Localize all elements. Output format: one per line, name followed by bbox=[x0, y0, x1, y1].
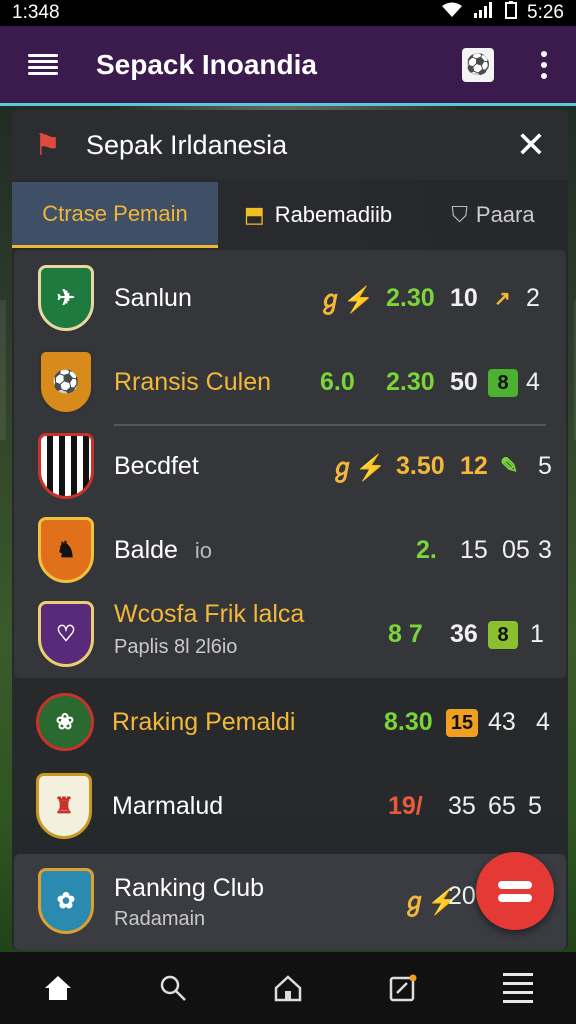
stat-value: 2 bbox=[526, 283, 540, 312]
bottom-navigation bbox=[0, 952, 576, 1024]
link-icon: ✎ bbox=[500, 453, 519, 478]
ranking-list: ✈ Sanlun ℊ⚡ 2.30 10 ↗ 2 ⚽ Rransis Culen … bbox=[12, 250, 568, 950]
stat-value: 43 bbox=[488, 707, 516, 736]
club-crest-icon: ⚽ bbox=[38, 349, 94, 415]
stat-value: 3 bbox=[538, 535, 552, 564]
list-item[interactable]: ♜ Marmalud 19/ 35 65 5 bbox=[12, 764, 568, 848]
list-item[interactable]: ♞ Balde io 2. 15 05 3 bbox=[14, 508, 566, 592]
app-title: Sepack Inoandia bbox=[96, 48, 317, 80]
stat-value: 5 bbox=[538, 451, 552, 480]
ranking-icon: ⬒ bbox=[243, 202, 265, 227]
club-name: Sanlun bbox=[114, 283, 192, 312]
stat-value: 05 bbox=[502, 535, 530, 564]
stat-value: 6.0 bbox=[320, 367, 355, 396]
tab-player-rank[interactable]: Ctrase Pemain bbox=[12, 182, 218, 248]
status-bar: 1:348 5:26 bbox=[0, 0, 576, 26]
list-item[interactable]: ✈ Sanlun ℊ⚡ 2.30 10 ↗ 2 bbox=[14, 256, 566, 340]
fire-icon: ℊ⚡ bbox=[330, 454, 387, 482]
status-badge: 8 bbox=[488, 619, 518, 649]
stat-value: 19/ bbox=[388, 791, 423, 820]
list-group: ✈ Sanlun ℊ⚡ 2.30 10 ↗ 2 ⚽ Rransis Culen … bbox=[14, 250, 566, 678]
club-crest-icon: ✿ bbox=[38, 868, 94, 934]
status-time-right: 5:26 bbox=[527, 2, 564, 23]
shield-icon: ⛉ bbox=[451, 202, 468, 227]
house-outline-icon[interactable] bbox=[258, 963, 318, 1013]
stat-value: 35 bbox=[448, 791, 476, 820]
tab-rankings[interactable]: ⬒ Rabemadiib bbox=[218, 182, 418, 248]
club-name: Wcosfa Frik lalca bbox=[114, 600, 305, 628]
stat-value: 50 bbox=[450, 367, 478, 396]
stat-value: 15 bbox=[460, 535, 488, 564]
club-crest-icon bbox=[38, 433, 94, 499]
list-item[interactable]: ♡ Wcosfa Frik lalca Paplis 8l 2l6io 8 7 … bbox=[14, 592, 566, 676]
status-badge: 15 bbox=[446, 707, 478, 737]
status-time-left: 1:348 bbox=[12, 2, 60, 23]
club-name: Becdfet bbox=[114, 451, 199, 480]
stat-value: 4 bbox=[536, 707, 550, 736]
trophy-icon[interactable]: ⚽ bbox=[462, 47, 494, 82]
close-icon[interactable]: ✕ bbox=[516, 127, 546, 163]
fire-icon: ℊ⚡ bbox=[318, 286, 375, 314]
stat-value: 2. bbox=[416, 535, 437, 564]
home-icon[interactable] bbox=[28, 963, 88, 1013]
arrow-up-icon: ↗ bbox=[494, 287, 511, 310]
list-item[interactable]: ❀ Rraking Pemaldi 8.30 15 43 4 bbox=[12, 680, 568, 764]
tab-label: Rabemadiib bbox=[274, 202, 393, 227]
club-name: Ranking Club bbox=[114, 874, 265, 902]
stat-value: 8 7 bbox=[388, 619, 423, 648]
search-icon[interactable] bbox=[143, 963, 203, 1013]
club-crest-icon: ❀ bbox=[36, 693, 94, 751]
panel-header: ⚑ Sepak Irldanesia ✕ bbox=[12, 110, 568, 180]
hamburger-menu-icon[interactable] bbox=[28, 53, 58, 76]
stat-value: 8.30 bbox=[384, 707, 433, 736]
club-name: Rransis Culen bbox=[114, 367, 272, 396]
club-name: Rraking Pemaldi bbox=[112, 707, 296, 736]
stat-value: 1 bbox=[530, 619, 544, 648]
club-name: Balde io bbox=[114, 535, 213, 564]
club-crest-icon: ♞ bbox=[38, 517, 94, 583]
stat-value: 4 bbox=[526, 367, 540, 396]
stat-value: 2.30 bbox=[386, 367, 435, 396]
club-crest-icon: ♡ bbox=[38, 601, 94, 667]
flag-icon: ⚑ bbox=[34, 128, 61, 162]
club-name: Marmalud bbox=[112, 791, 224, 820]
menu-icon[interactable] bbox=[488, 963, 548, 1013]
tab-label: Paara bbox=[475, 202, 535, 227]
stat-value: 10 bbox=[450, 283, 478, 312]
club-subtitle: Radamain bbox=[114, 908, 206, 930]
edit-note-icon[interactable] bbox=[373, 963, 433, 1013]
app-bar: Sepack Inoandia ⚽ bbox=[0, 26, 576, 106]
list-group: ❀ Rraking Pemaldi 8.30 15 43 4 ♜ Marmalu… bbox=[12, 678, 568, 848]
stat-value: 65 bbox=[488, 791, 516, 820]
stat-value: 20 bbox=[448, 882, 476, 910]
status-badge: 8 bbox=[488, 367, 518, 397]
tab-label: Ctrase Pemain bbox=[42, 200, 188, 226]
club-subtitle: Paplis 8l 2l6io bbox=[114, 636, 238, 658]
signal-icon bbox=[473, 2, 495, 24]
list-item[interactable]: Becdfet ℊ⚡ 3.50 12 ✎ 5 bbox=[14, 424, 566, 508]
battery-icon bbox=[505, 1, 518, 25]
stat-value: 36 bbox=[450, 619, 478, 648]
floating-action-button[interactable] bbox=[476, 852, 554, 930]
list-item[interactable]: ⚽ Rransis Culen 6.0 2.30 50 8 4 bbox=[14, 340, 566, 424]
stat-value: 3.50 bbox=[396, 451, 445, 480]
stat-value: 2.30 bbox=[386, 283, 435, 312]
tab-bar: Ctrase Pemain ⬒ Rabemadiib ⛉ Paara bbox=[12, 182, 568, 248]
club-crest-icon: ✈ bbox=[38, 265, 94, 331]
stat-value: 5 bbox=[528, 791, 542, 820]
wifi-icon bbox=[441, 2, 463, 24]
tab-others[interactable]: ⛉ Paara bbox=[418, 182, 568, 248]
league-panel: ⚑ Sepak Irldanesia ✕ Ctrase Pemain ⬒ Rab… bbox=[12, 110, 568, 950]
club-crest-icon: ♜ bbox=[36, 773, 92, 839]
stat-value: 12 bbox=[460, 451, 488, 480]
more-options-icon[interactable] bbox=[540, 50, 548, 79]
panel-title: Sepak Irldanesia bbox=[86, 129, 288, 160]
